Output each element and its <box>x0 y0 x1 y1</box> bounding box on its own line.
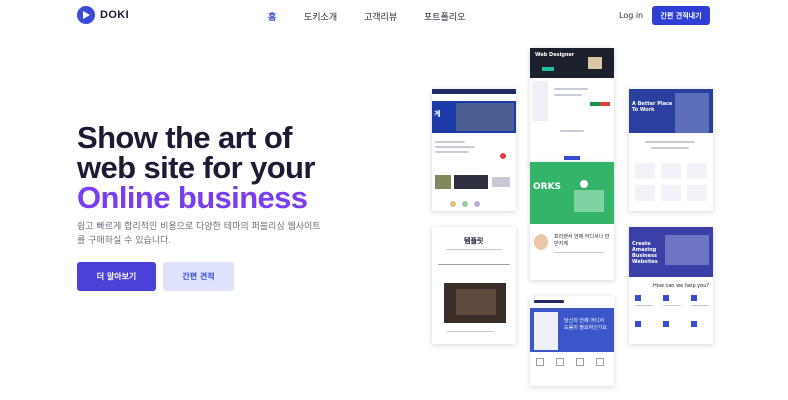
card-sidebar <box>532 81 548 121</box>
template-card-better-place[interactable]: A Better Place To Work <box>629 89 713 211</box>
circle-icon <box>450 201 456 207</box>
template-card-works[interactable]: ORKS 프리랜서 언제 어디서나 만반지계 <box>530 162 614 280</box>
feature-box <box>687 185 707 201</box>
nav-line <box>438 264 510 265</box>
text-line <box>645 141 695 143</box>
feature-box <box>661 185 681 201</box>
card-topbar <box>534 300 564 303</box>
feature-icon <box>635 295 641 301</box>
learn-more-button[interactable]: 더 알아보기 <box>77 262 156 291</box>
card-band-text: 프리랜서 언제 어디서나 만반지계 <box>554 234 610 247</box>
site-header: DOKI 홈 도키소개 고객리뷰 포트폴리오 Log in 간편 견적내기 <box>0 0 788 34</box>
logo[interactable]: DOKI <box>77 6 129 24</box>
card-heading: A Better Place To Work <box>632 101 673 113</box>
feature-box <box>661 163 681 179</box>
hero-title-line-2: web site for your <box>77 150 315 185</box>
card-photo-detail <box>456 289 496 315</box>
nav-home[interactable]: 홈 <box>268 10 276 23</box>
feature-box <box>635 185 655 201</box>
flag-icon <box>600 102 610 106</box>
text-line <box>554 88 588 90</box>
feature-icon <box>596 358 604 366</box>
card-heading: ORKS <box>533 182 562 192</box>
flag-icon <box>590 102 600 106</box>
feature-box <box>687 163 707 179</box>
template-card-korean-portal[interactable]: 계 <box>432 89 516 211</box>
play-logo-icon <box>77 6 95 24</box>
template-card-web-designer[interactable]: Web Designer <box>530 48 614 168</box>
card-cta <box>542 67 554 71</box>
card-person-photo <box>534 312 558 350</box>
feature-icon <box>635 321 641 327</box>
card-topbar <box>432 89 516 94</box>
text-line <box>435 151 469 153</box>
card-subheading: How can we help you? <box>653 283 710 289</box>
card-button <box>564 156 580 160</box>
circle-icon <box>462 201 468 207</box>
hero-title-line-3: Online business <box>77 180 308 215</box>
card-hero-text: 계 <box>434 110 441 118</box>
text-line <box>560 130 584 132</box>
hero-title-line-1: Show the art of <box>77 120 292 155</box>
feature-icon <box>691 321 697 327</box>
quote-button[interactable]: 간편 견적내기 <box>652 6 710 25</box>
text-line <box>554 94 582 96</box>
brand-name: DOKI <box>100 9 130 21</box>
card-heading: Web Designer <box>535 52 575 58</box>
text-line <box>651 147 689 149</box>
login-link[interactable]: Log in <box>619 11 643 20</box>
circle-icon <box>474 201 480 207</box>
quick-quote-button[interactable]: 간편 견적 <box>163 262 234 291</box>
text-line <box>691 305 709 306</box>
red-badge-icon <box>500 153 506 159</box>
card-hero-text: 당신의 언제 어디서 도움이 필요하신가요 <box>564 318 607 331</box>
feature-icon <box>663 321 669 327</box>
nav-reviews[interactable]: 고객리뷰 <box>364 10 397 23</box>
thumbnail <box>492 177 510 187</box>
text-line <box>663 305 681 306</box>
text-line <box>554 252 604 253</box>
circle-icon <box>580 180 588 188</box>
thumbnail <box>454 175 488 189</box>
nav-portfolio[interactable]: 포트폴리오 <box>424 10 465 23</box>
card-heading: Create Amazing Business Websites <box>632 241 658 265</box>
feature-icon <box>663 295 669 301</box>
card-heading: 템플릿 <box>464 237 484 245</box>
card-hero-photo <box>675 93 709 133</box>
text-line <box>635 305 653 306</box>
feature-icon <box>691 295 697 301</box>
feature-icon <box>576 358 584 366</box>
text-line <box>446 331 494 332</box>
text-line <box>446 249 502 250</box>
nav-about[interactable]: 도키소개 <box>304 10 337 23</box>
card-illustration <box>574 190 604 212</box>
thumbnail <box>435 175 451 189</box>
card-hero-photo <box>456 103 514 131</box>
hero-subtitle: 쉽고 빠르게 합리적인 비용으로 다양한 테마의 퍼블리싱 웹사이트를 구매하실… <box>77 222 321 246</box>
template-card-template-shop[interactable]: 템플릿 <box>432 227 516 344</box>
text-line <box>435 146 475 148</box>
avatar <box>534 234 548 250</box>
feature-box <box>635 163 655 179</box>
feature-icon <box>536 358 544 366</box>
hero-title: Show the art of web site for your Online… <box>77 120 315 215</box>
template-card-freelancer[interactable]: 당신의 언제 어디서 도움이 필요하신가요 <box>530 296 614 386</box>
feature-icon <box>556 358 564 366</box>
template-card-business[interactable]: Create Amazing Business Websites How can… <box>629 227 713 344</box>
card-photo <box>588 57 602 69</box>
text-line <box>435 141 465 143</box>
